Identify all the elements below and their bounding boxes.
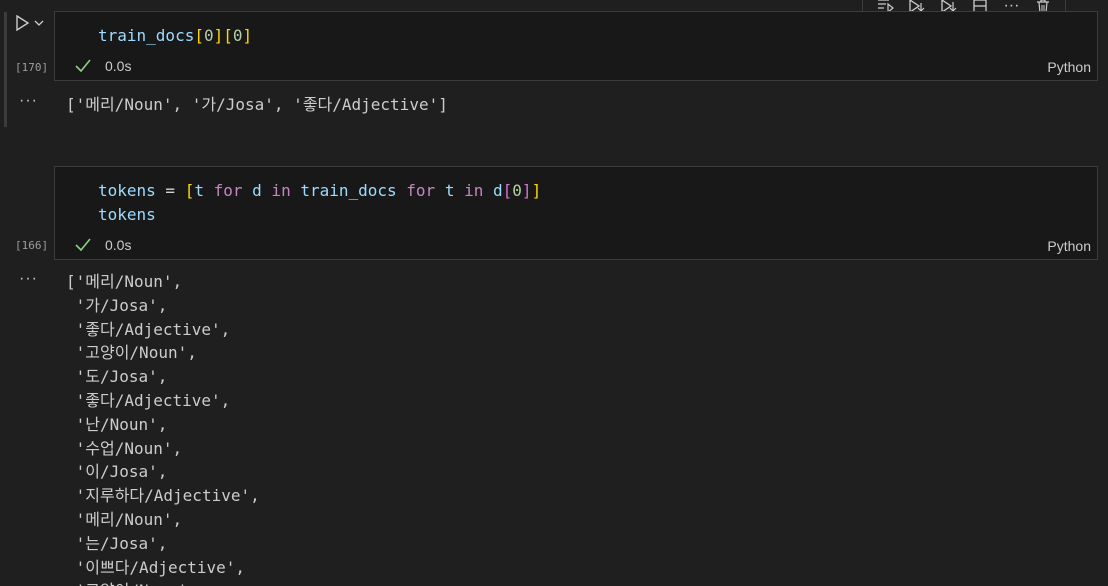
code-token: ] (242, 26, 253, 45)
code-token: d (493, 181, 503, 200)
notebook-editor: ··· train_docs[0][0] 0.0s Python [170] ·… (0, 0, 1108, 586)
output-more-icon[interactable]: ··· (19, 92, 38, 110)
code-token: [ (502, 181, 513, 200)
cell-output: ['메리/Noun', '가/Josa', '좋다/Adjective'] (66, 93, 448, 117)
code-token: d (252, 181, 262, 200)
check-icon (75, 238, 91, 252)
code-token: 0 (512, 181, 522, 200)
output-more-icon[interactable]: ··· (19, 270, 38, 288)
language-selector[interactable]: Python (1047, 238, 1091, 254)
code-token: [ (184, 181, 195, 200)
execution-time: 0.0s (105, 237, 132, 253)
play-icon (16, 14, 30, 32)
code-token: tokens (98, 181, 156, 200)
code-token: in (261, 181, 301, 200)
cell-output: ['메리/Noun', '가/Josa', '좋다/Adjective', '고… (66, 270, 260, 586)
code-token: in (454, 181, 493, 200)
output-line: '는/Josa', (66, 533, 168, 553)
output-line: '지루하다/Adjective', (66, 486, 260, 506)
code-token: for (203, 181, 253, 200)
code-token: for (396, 181, 445, 200)
code-token: [ (194, 26, 204, 45)
cell-focus-indicator (4, 12, 7, 127)
output-line: '고양이/Noun', (66, 343, 197, 363)
code-line[interactable]: tokens = [t for d in train_docs for t in… (98, 179, 541, 203)
code-token: 0 (232, 26, 243, 45)
language-selector[interactable]: Python (1047, 59, 1091, 75)
output-line: '이쁘다/Adjective', (66, 557, 246, 577)
output-line: '이/Josa', (66, 462, 168, 482)
code-cell[interactable]: train_docs[0][0] 0.0s Python (54, 11, 1098, 81)
output-line: '고양이/Noun', (66, 579, 260, 586)
code-token: tokens (98, 205, 156, 224)
output-line: '가/Josa', (66, 295, 168, 315)
code-token: train_docs (98, 26, 195, 45)
code-cell[interactable]: tokens = [t for d in train_docs for t in… (54, 166, 1098, 260)
output-line: ['메리/Noun', (66, 272, 183, 291)
code-editor[interactable]: train_docs[0][0] (98, 24, 252, 48)
code-editor[interactable]: tokens = [t for d in train_docs for t in… (98, 179, 541, 227)
code-line[interactable]: tokens (98, 203, 541, 227)
execution-time: 0.0s (105, 58, 132, 74)
code-token: ] (213, 26, 224, 45)
output-line: '좋다/Adjective', (66, 390, 231, 410)
output-line: '메리/Noun', (66, 509, 183, 529)
cell-status: 0.0s (75, 235, 131, 255)
code-line[interactable]: train_docs[0][0] (98, 24, 252, 48)
code-token: = (155, 181, 185, 200)
output-line: '좋다/Adjective', (66, 319, 231, 339)
execution-count: [170] (15, 61, 49, 74)
run-cell-button[interactable] (14, 12, 54, 34)
output-line: ['메리/Noun', '가/Josa', '좋다/Adjective'] (66, 95, 448, 114)
chevron-down-icon[interactable] (34, 19, 44, 27)
code-token: 0 (203, 26, 214, 45)
output-line: '난/Noun', (66, 414, 168, 434)
code-token: [ (223, 26, 233, 45)
check-icon (75, 59, 91, 73)
code-token: ] (521, 181, 532, 200)
code-token: train_docs (300, 181, 397, 200)
output-line: '수업/Noun', (66, 438, 183, 458)
execution-count: [166] (15, 239, 49, 252)
code-token: t (194, 181, 204, 200)
code-token: ] (531, 181, 542, 200)
output-line: '도/Josa', (66, 367, 168, 387)
cell-status: 0.0s (75, 56, 131, 76)
